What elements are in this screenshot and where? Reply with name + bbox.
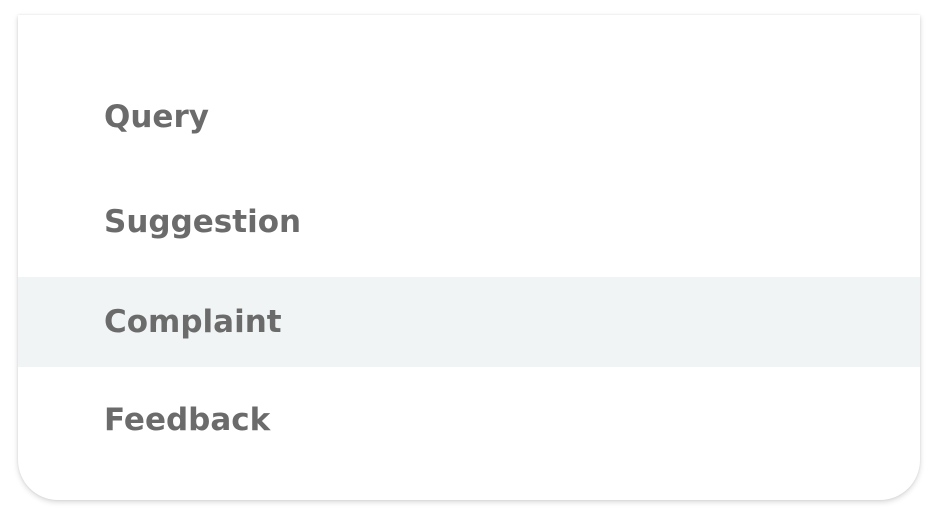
menu-item-suggestion[interactable]: Suggestion xyxy=(18,166,920,277)
menu-item-query[interactable]: Query xyxy=(18,67,920,166)
menu-item-complaint[interactable]: Complaint xyxy=(18,277,920,367)
dropdown-menu: Query Suggestion Complaint Feedback xyxy=(18,15,920,500)
menu-item-label: Query xyxy=(104,98,209,135)
menu-item-label: Complaint xyxy=(104,304,282,340)
menu-item-label: Feedback xyxy=(104,401,271,438)
menu-item-label: Suggestion xyxy=(104,203,302,240)
menu-item-feedback[interactable]: Feedback xyxy=(18,367,920,472)
